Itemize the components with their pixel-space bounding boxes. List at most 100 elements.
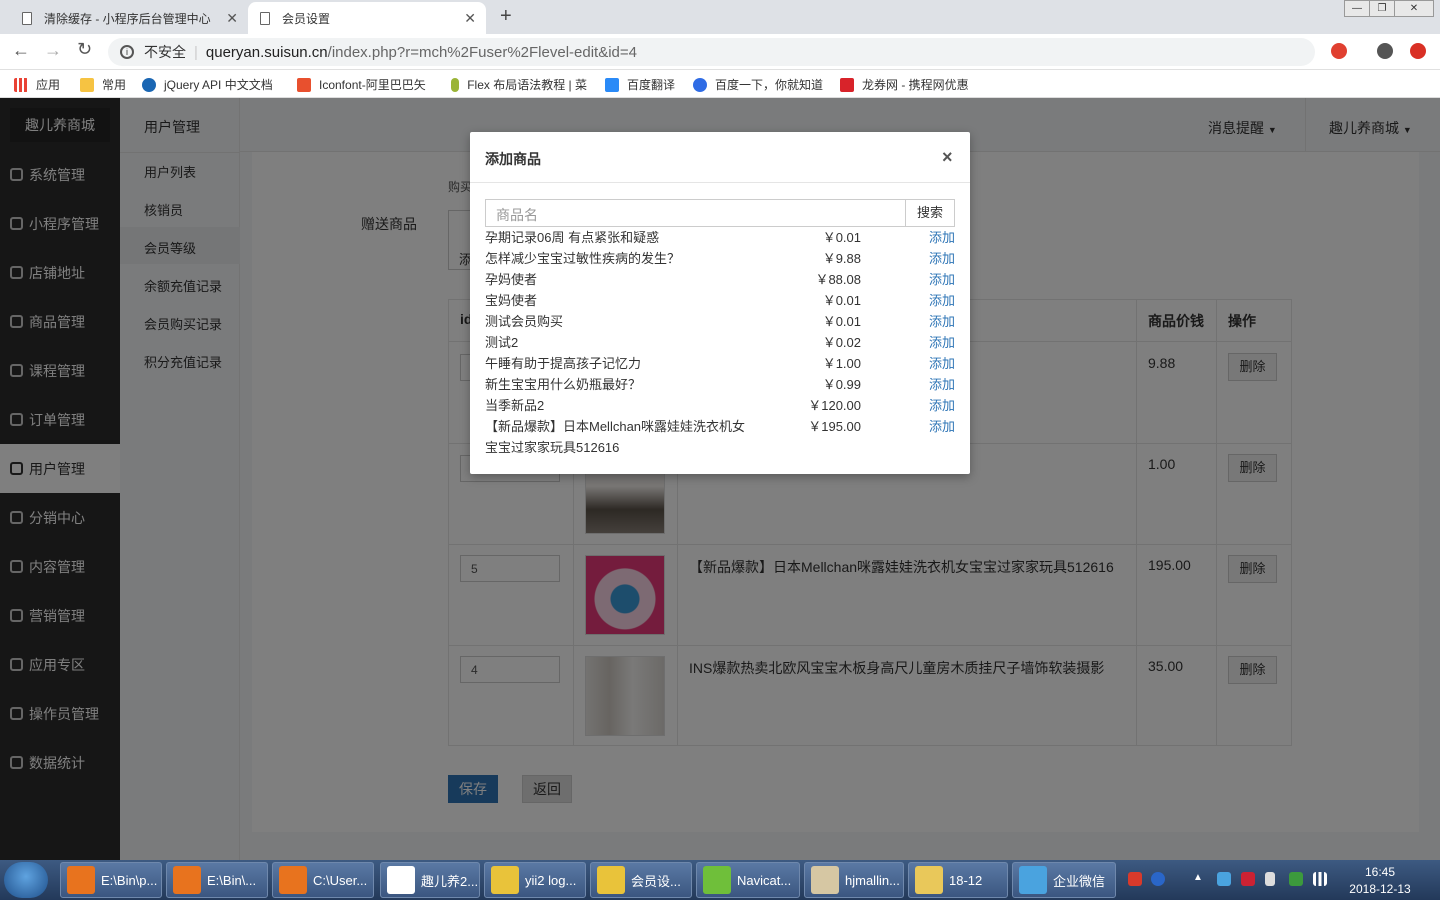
goods-price: ￥0.01 — [822, 230, 861, 245]
security-tray-icon[interactable] — [1241, 872, 1255, 886]
goods-list-item: 【新品爆款】日本Mellchan咪露娃娃洗衣机女 ￥195.00 添加 — [485, 416, 955, 437]
taskbar-button[interactable]: C:\User... — [272, 862, 374, 898]
close-tab-icon[interactable]: ✕ — [226, 10, 238, 27]
forward-icon[interactable]: → — [44, 40, 62, 61]
bookmark-jquery[interactable]: jQuery API 中文文档 — [142, 76, 278, 93]
longquan-icon — [840, 77, 854, 92]
taskbar-button[interactable]: 企业微信 — [1012, 862, 1116, 898]
add-link[interactable]: 添加 — [929, 269, 955, 290]
browser-tab-bar: 清除缓存 - 小程序后台管理中心 ✕ 会员设置 ✕ + — ❐ ✕ — [0, 0, 1440, 34]
bookmark-flex[interactable]: Flex 布局语法教程 | 菜 — [451, 76, 587, 93]
add-link[interactable]: 添加 — [929, 374, 955, 395]
update-icon[interactable] — [1410, 43, 1426, 59]
taskbar-button-label: hjmallin... — [845, 872, 900, 888]
browser-tab-active[interactable]: 会员设置 ✕ — [248, 2, 486, 34]
taskbar-button[interactable]: yii2 log... — [484, 862, 586, 898]
goods-name: 怎样减少宝宝过敏性疾病的发生？ — [485, 251, 681, 266]
volume-icon[interactable] — [1265, 872, 1275, 886]
page-icon — [22, 11, 32, 25]
security-label: 不安全 — [144, 44, 186, 60]
folder-icon — [915, 866, 943, 894]
goods-name: 测试2 — [485, 335, 519, 350]
omnibox[interactable]: i 不安全 | queryan.suisun.cn /index.php?r=m… — [108, 38, 1315, 66]
code-editor-icon — [387, 866, 415, 894]
goods-price: ￥0.02 — [822, 335, 861, 350]
add-link[interactable]: 添加 — [929, 395, 955, 416]
add-link[interactable]: 添加 — [929, 290, 955, 311]
profile-icon[interactable] — [1377, 43, 1393, 59]
start-button[interactable] — [4, 862, 48, 898]
goods-list-item: 新生宝宝用什么奶瓶最好？ ￥0.99 添加 — [485, 374, 955, 395]
taskbar-button[interactable]: 会员设... — [590, 862, 692, 898]
signal-icon[interactable] — [1313, 872, 1327, 886]
tray-expand-icon[interactable]: ▲ — [1193, 872, 1207, 886]
goods-list-item: 孕期记录06周 有点紧张和疑惑 ￥0.01 添加 — [485, 227, 955, 248]
bookmark-baidu-translate[interactable]: 百度翻译 — [605, 76, 675, 93]
search-button[interactable]: 搜索 — [905, 199, 955, 227]
goods-list-item: 测试2 ￥0.02 添加 — [485, 332, 955, 353]
jquery-icon — [142, 77, 156, 92]
taskbar-button[interactable]: Navicat... — [696, 862, 800, 898]
goods-name-wrap: 宝宝过家家玩具512616 — [485, 440, 620, 455]
goods-list-item: 当季新品2 ￥120.00 添加 — [485, 395, 955, 416]
iconfont-icon — [297, 77, 311, 92]
url-path: /index.php?r=mch%2Fuser%2Flevel-edit&id=… — [327, 43, 637, 61]
goods-list-item: 孕妈使者 ￥88.08 添加 — [485, 269, 955, 290]
bookmark-baidu[interactable]: 百度一下，你就知道 — [693, 76, 823, 93]
clock-date: 2018-12-13 — [1349, 882, 1411, 896]
add-link[interactable]: 添加 — [929, 227, 955, 248]
minimize-icon[interactable]: — — [1344, 0, 1370, 17]
goods-name: 新生宝宝用什么奶瓶最好？ — [485, 377, 642, 392]
baidu-paw-icon — [693, 77, 707, 92]
add-link[interactable]: 添加 — [929, 332, 955, 353]
input-method-icon[interactable] — [1128, 872, 1142, 886]
new-tab-icon[interactable]: + — [500, 5, 512, 28]
tab-title: 清除缓存 - 小程序后台管理中心 — [44, 11, 211, 26]
taskbar-button-label: 企业微信 — [1053, 873, 1106, 889]
taskbar-button-label: Navicat... — [737, 872, 792, 888]
bookmark-apps[interactable]: 应用 — [14, 76, 60, 93]
archive-icon — [811, 866, 839, 894]
browser-tab[interactable]: 清除缓存 - 小程序后台管理中心 ✕ — [10, 2, 248, 34]
goods-price: ￥88.08 — [815, 272, 861, 287]
close-icon[interactable]: × — [942, 147, 953, 168]
extension-icon[interactable] — [1331, 43, 1347, 59]
add-link[interactable]: 添加 — [929, 248, 955, 269]
add-link[interactable]: 添加 — [929, 416, 955, 437]
url-host: queryan.suisun.cn — [205, 43, 328, 61]
network-app-icon[interactable] — [1217, 872, 1231, 886]
goods-price: ￥195.00 — [808, 419, 861, 434]
back-icon[interactable]: ← — [12, 40, 30, 61]
bookmark-iconfont[interactable]: Iconfont-阿里巴巴矢 — [297, 76, 433, 93]
taskbar-button[interactable]: E:\Bin\p... — [60, 862, 162, 898]
taskbar-button[interactable]: 趣儿养2... — [380, 862, 480, 898]
goods-name: 【新品爆款】日本Mellchan咪露娃娃洗衣机女 — [485, 419, 746, 434]
reload-icon[interactable]: ↻ — [77, 39, 92, 60]
info-icon[interactable]: i — [120, 45, 134, 59]
clock[interactable]: 16:45 2018-12-13 — [1340, 864, 1420, 898]
goods-list-item: 午睡有助于提高孩子记忆力 ￥1.00 添加 — [485, 353, 955, 374]
goods-name: 孕期记录06周 有点紧张和疑惑 — [485, 230, 660, 245]
add-link[interactable]: 添加 — [929, 353, 955, 374]
taskbar-button[interactable]: hjmallin... — [804, 862, 904, 898]
bookmark-folder[interactable]: 常用 — [80, 76, 126, 93]
close-window-icon[interactable]: ✕ — [1394, 0, 1434, 17]
taskbar-button[interactable]: E:\Bin\... — [166, 862, 268, 898]
goods-price: ￥0.99 — [822, 377, 861, 392]
help-icon[interactable] — [1151, 872, 1165, 886]
flex-site-icon — [451, 77, 460, 92]
translate-icon — [605, 77, 619, 92]
goods-name: 宝妈使者 — [485, 293, 538, 308]
restore-icon[interactable]: ❐ — [1369, 0, 1395, 17]
add-link[interactable]: 添加 — [929, 311, 955, 332]
search-input[interactable]: 商品名 — [485, 199, 906, 227]
bookmark-longquan[interactable]: 龙券网 - 携程网优惠 — [840, 76, 976, 93]
goods-list-item: 怎样减少宝宝过敏性疾病的发生？ ￥9.88 添加 — [485, 248, 955, 269]
sublime-icon — [279, 866, 307, 894]
shield-check-icon[interactable] — [1289, 872, 1303, 886]
folder-icon — [80, 77, 94, 92]
tab-title: 会员设置 — [282, 11, 331, 26]
taskbar-button[interactable]: 18-12 — [908, 862, 1008, 898]
close-tab-icon[interactable]: ✕ — [464, 10, 476, 27]
taskbar-button-label: 趣儿养2... — [421, 873, 479, 889]
